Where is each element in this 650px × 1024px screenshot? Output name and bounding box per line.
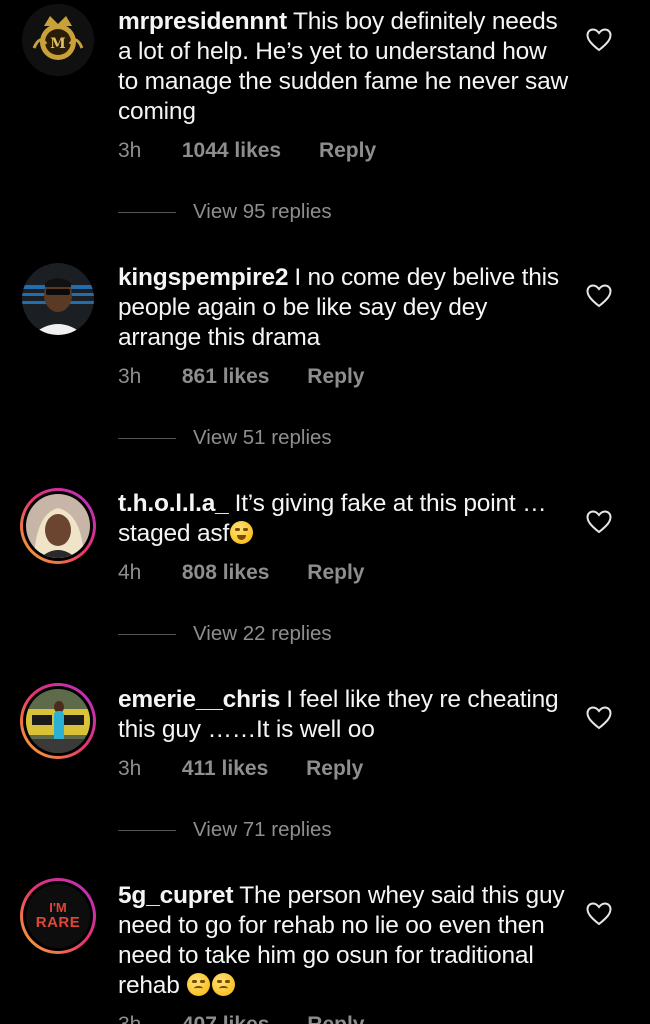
heart-icon[interactable] <box>586 902 612 926</box>
heart-icon[interactable] <box>586 510 612 534</box>
comment-likes[interactable]: 1044 likes <box>182 139 281 163</box>
replies-divider <box>118 438 176 440</box>
comment-body: kingspempire2 I no come dey belive this p… <box>118 263 573 353</box>
comment-meta: 4h 808 likes Reply <box>118 561 364 585</box>
avatar <box>26 494 90 558</box>
view-replies-button[interactable]: View 51 replies <box>118 426 332 450</box>
comment-meta: 3h 861 likes Reply <box>118 365 364 389</box>
avatar[interactable] <box>22 263 94 335</box>
comment-body: t.h.o.l.l.a_ It’s giving fake at this poi… <box>118 489 573 549</box>
reply-button[interactable]: Reply <box>307 365 364 388</box>
crest-logo: M <box>22 4 94 76</box>
heart-icon[interactable] <box>586 706 612 730</box>
replies-divider <box>118 212 176 214</box>
unamused-emoji-icon <box>212 973 236 996</box>
avatar-text: RARE <box>35 914 81 931</box>
comment-likes[interactable]: 808 likes <box>182 561 270 585</box>
view-replies-label: View 95 replies <box>193 200 332 223</box>
comment-username[interactable]: 5g_cupret <box>118 882 233 909</box>
avatar[interactable]: M <box>22 4 94 76</box>
reply-button[interactable]: Reply <box>307 1013 364 1024</box>
view-replies-label: View 22 replies <box>193 622 332 645</box>
replies-divider <box>118 830 176 832</box>
comment-username[interactable]: t.h.o.l.l.a_ <box>118 490 229 517</box>
view-replies-label: View 51 replies <box>193 426 332 449</box>
comment-body: 5g_cupret The person whey said this guy n… <box>118 881 573 1001</box>
reply-button[interactable]: Reply <box>319 139 376 162</box>
comment-likes[interactable]: 407 likes <box>182 1013 270 1024</box>
profile-photo <box>22 263 94 335</box>
comment-time: 3h <box>118 365 142 388</box>
avatar-story-ring[interactable] <box>20 488 96 564</box>
avatar-story-ring[interactable]: I'M RARE <box>20 878 96 954</box>
comment-username[interactable]: mrpresidennnt <box>118 8 287 35</box>
avatar <box>26 689 90 753</box>
heart-icon[interactable] <box>586 28 612 52</box>
avatar: I'M RARE <box>26 884 90 948</box>
comment-body: mrpresidennnt This boy definitely needs a… <box>118 7 573 127</box>
view-replies-button[interactable]: View 71 replies <box>118 818 332 842</box>
unamused-emoji-icon <box>187 973 211 996</box>
profile-photo <box>26 494 90 558</box>
comment-meta: 3h 411 likes Reply <box>118 757 363 781</box>
replies-divider <box>118 634 176 636</box>
comment-meta: 3h 407 likes Reply <box>118 1013 364 1024</box>
laughing-emoji-icon <box>230 521 254 544</box>
avatar-story-ring[interactable] <box>20 683 96 759</box>
reply-button[interactable]: Reply <box>307 561 364 584</box>
view-replies-button[interactable]: View 22 replies <box>118 622 332 646</box>
heart-icon[interactable] <box>586 284 612 308</box>
comment-username[interactable]: emerie__chris <box>118 686 280 713</box>
comment-likes[interactable]: 861 likes <box>182 365 270 389</box>
comment-time: 3h <box>118 1013 176 1024</box>
comment-time: 3h <box>118 139 142 162</box>
svg-text:M: M <box>50 36 66 52</box>
view-replies-button[interactable]: View 95 replies <box>118 200 332 224</box>
comment-time: 4h <box>118 561 142 584</box>
comment-meta: 3h 1044 likes Reply <box>118 139 376 163</box>
comment-username[interactable]: kingspempire2 <box>118 264 289 291</box>
comment-likes[interactable]: 411 likes <box>182 757 268 781</box>
comment-body: emerie__chris I feel like they re cheatin… <box>118 685 573 745</box>
comment-time: 3h <box>118 757 142 780</box>
reply-button[interactable]: Reply <box>306 757 363 780</box>
profile-photo <box>26 689 90 753</box>
comments-feed: M mrpresidennnt This boy definitely needs… <box>0 0 650 1024</box>
view-replies-label: View 71 replies <box>193 818 332 841</box>
avatar-text: I'M <box>49 900 67 915</box>
